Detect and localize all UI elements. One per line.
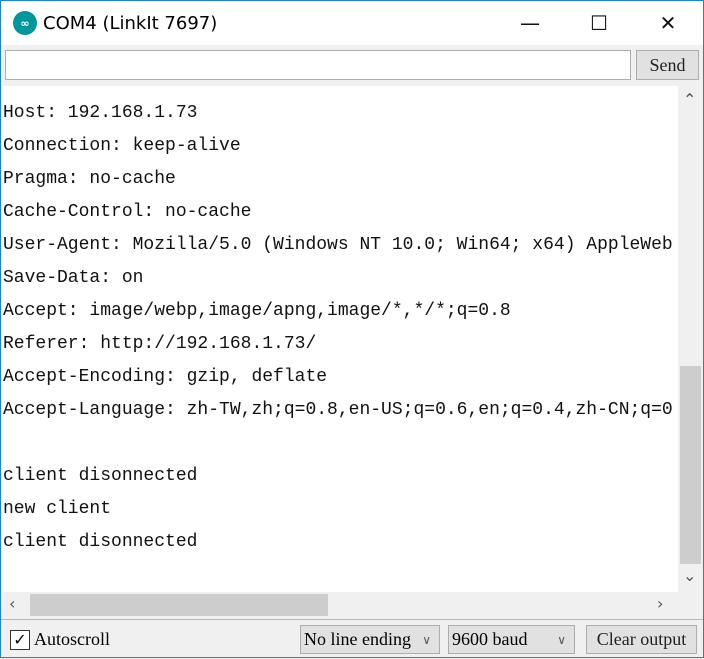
autoscroll-label: Autoscroll (34, 629, 110, 649)
output-line: Save-Data: on (3, 268, 144, 288)
serial-input[interactable] (5, 50, 631, 80)
arduino-logo-icon: ∞ (13, 11, 37, 35)
close-button[interactable]: ✕ (645, 1, 691, 45)
horizontal-scrollbar[interactable]: ‹ › (2, 592, 678, 618)
output-line: client disonnected (3, 466, 198, 486)
send-button[interactable]: Send (636, 50, 699, 80)
title-bar: ∞ COM4 (LinkIt 7697) — ☐ ✕ (1, 1, 703, 45)
output-line: Cache-Control: no-cache (3, 202, 252, 222)
chevron-down-icon: ∨ (557, 632, 566, 647)
output-line: new client (3, 499, 112, 519)
output-line: Pragma: no-cache (3, 169, 176, 189)
maximize-button[interactable]: ☐ (576, 1, 622, 45)
output-line: Referer: http://192.168.1.73/ (3, 334, 317, 354)
window-title: COM4 (LinkIt 7697) (43, 12, 218, 34)
output-line: Connection: keep-alive (3, 136, 241, 156)
scroll-left-icon[interactable]: ‹ (9, 594, 15, 613)
baud-select[interactable]: 9600 baud ∨ (448, 625, 575, 654)
output-line: client disonnected (3, 532, 198, 552)
output-line: User-Agent: Mozilla/5.0 (Windows NT 10.0… (3, 235, 673, 255)
baud-value: 9600 baud (452, 629, 528, 649)
chevron-down-icon: ∨ (422, 632, 431, 647)
serial-output: Host: 192.168.1.73 Connection: keep-alive… (2, 86, 678, 592)
output-line: Accept: image/webp,image/apng,image/*,*/… (3, 301, 511, 321)
line-ending-select[interactable]: No line ending ∨ (300, 625, 440, 654)
footer-bar: ✓ Autoscroll No line ending ∨ 9600 baud … (1, 619, 703, 659)
minimize-button[interactable]: — (507, 1, 553, 45)
autoscroll-checkbox[interactable]: ✓ (10, 630, 30, 650)
output-line: Accept-Encoding: gzip, deflate (3, 367, 328, 387)
horizontal-scroll-thumb[interactable] (30, 594, 328, 616)
clear-output-button[interactable]: Clear output (586, 625, 697, 654)
vertical-scroll-thumb[interactable] (680, 366, 701, 564)
line-ending-value: No line ending (304, 629, 411, 649)
scroll-right-icon[interactable]: › (657, 594, 663, 613)
output-line: Accept-Language: zh-TW,zh;q=0.8,en-US;q=… (3, 400, 673, 420)
scroll-up-icon[interactable]: ⌃ (683, 90, 696, 109)
vertical-scrollbar[interactable]: ⌃ ⌄ (678, 86, 703, 592)
output-line: Host: 192.168.1.73 (3, 103, 198, 123)
scroll-down-icon[interactable]: ⌄ (683, 566, 696, 585)
